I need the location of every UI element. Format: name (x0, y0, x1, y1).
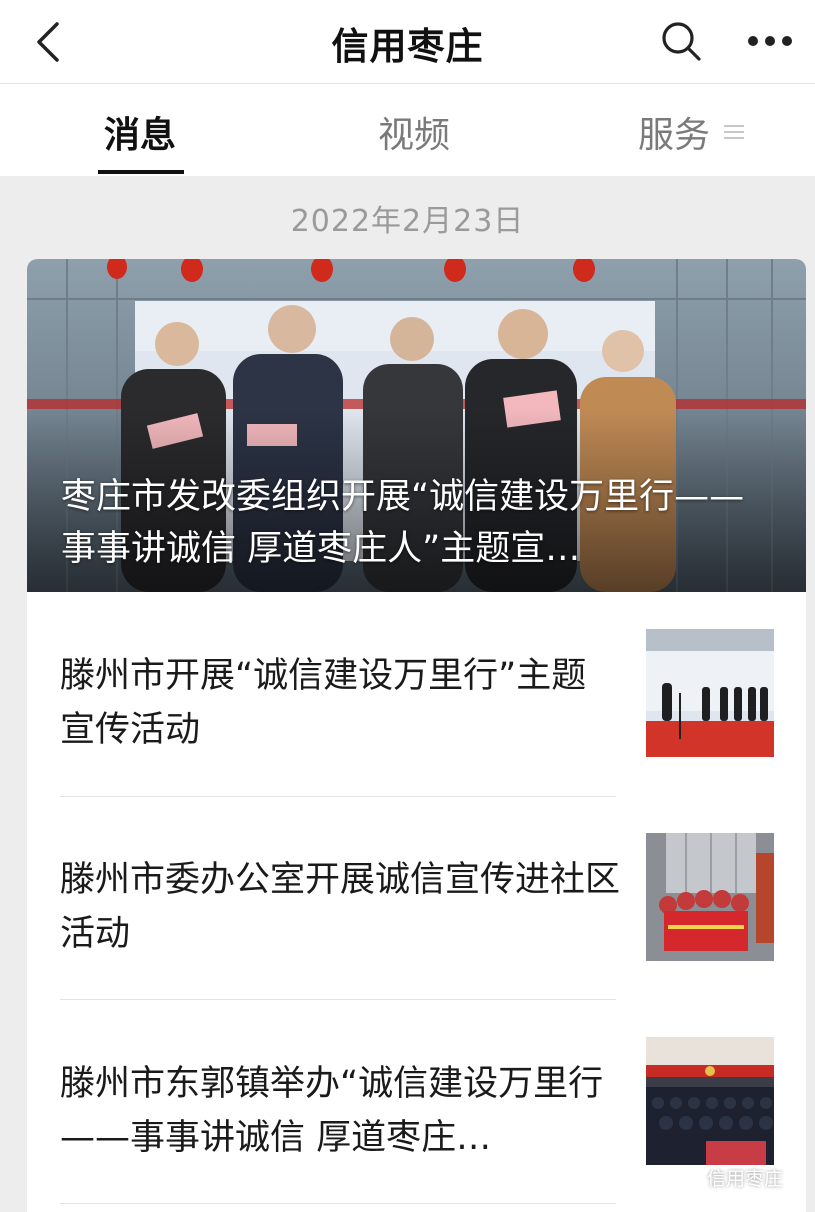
feed-date: 2022年2月23日 (290, 204, 525, 239)
tab-messages[interactable]: 消息 (104, 106, 176, 158)
list-item-title: 滕州市东郭镇举办“诚信建设万里行——事事讲诚信 厚道枣庄… (60, 1064, 604, 1158)
search-icon (662, 22, 701, 61)
menu-lines-icon (724, 125, 744, 139)
tab-bar: 消息 视频 服务 (0, 84, 815, 176)
tab-videos[interactable]: 视频 (378, 106, 450, 158)
list-item-thumbnail (646, 1037, 774, 1165)
list-item-thumbnail (646, 833, 774, 961)
list-item-title: 滕州市开展“诚信建设万里行”主题宣传活动 (60, 656, 587, 750)
list-item-title: 滕州市委办公室开展诚信宣传进社区活动 (60, 860, 620, 954)
list-item-thumbnail (646, 629, 774, 757)
account-watermark: 信用枣庄 (676, 1164, 783, 1191)
search-button[interactable] (656, 16, 706, 66)
list-divider (60, 999, 616, 1000)
active-tab-indicator (98, 170, 184, 174)
more-dots-icon (748, 36, 792, 46)
wechat-icon (676, 1168, 702, 1187)
hero-article[interactable]: 枣庄市发改委组织开展“诚信建设万里行——事事讲诚信 厚道枣庄人”主题宣… (27, 259, 806, 592)
list-item[interactable]: 滕州市开展“诚信建设万里行”主题宣传活动 (27, 629, 806, 833)
article-card: 枣庄市发改委组织开展“诚信建设万里行——事事讲诚信 厚道枣庄人”主题宣… 滕州市… (27, 259, 806, 1212)
hero-title: 枣庄市发改委组织开展“诚信建设万里行——事事讲诚信 厚道枣庄人”主题宣… (61, 477, 745, 569)
list-item[interactable]: 滕州市委办公室开展诚信宣传进社区活动 (27, 833, 806, 1037)
list-divider (60, 796, 616, 797)
top-bar: 信用枣庄 (0, 0, 815, 84)
tab-services[interactable]: 服务 (638, 106, 710, 158)
more-button[interactable] (740, 16, 800, 66)
watermark-text: 信用枣庄 (707, 1168, 784, 1190)
list-divider (60, 1203, 616, 1204)
